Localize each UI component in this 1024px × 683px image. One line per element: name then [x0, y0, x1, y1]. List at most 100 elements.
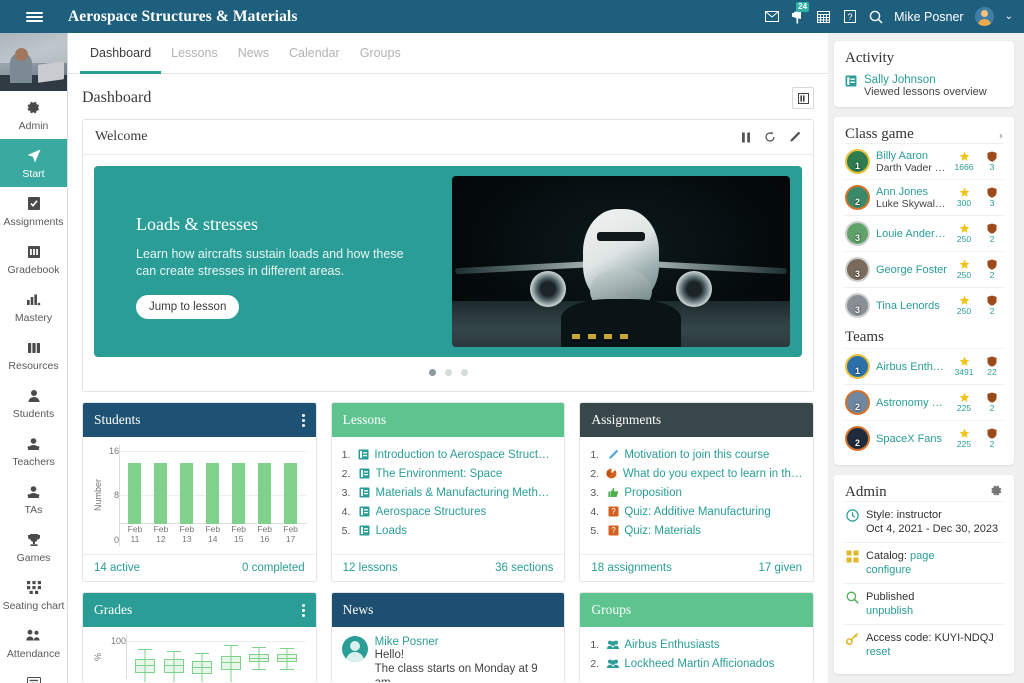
gear-icon[interactable] — [990, 484, 1003, 501]
item-label[interactable]: Quiz: Materials — [624, 525, 701, 537]
list-item[interactable]: 4. Aerospace Structures — [342, 502, 555, 521]
chevron-right-icon[interactable]: › — [999, 127, 1003, 143]
sidebar-item-games[interactable]: Games — [0, 523, 67, 571]
list-item[interactable]: 2 SpaceX Fans 225 2 — [845, 420, 1003, 456]
team-name[interactable]: SpaceX Fans — [876, 433, 947, 445]
list-item[interactable]: 5. ? Quiz: Materials — [590, 521, 803, 540]
item-label[interactable]: Lockheed Martin Afficionados — [624, 658, 774, 670]
user-name[interactable]: Mike Posner — [894, 10, 963, 24]
player-name[interactable]: Tina Lenords — [876, 300, 947, 312]
dashboard-scroll-area[interactable]: Welcome — [68, 119, 828, 682]
completed-count[interactable]: 0 completed — [242, 562, 305, 574]
list-item[interactable]: Mike Posner Hello! The class starts on M… — [342, 632, 555, 682]
star-count: 300 — [957, 198, 971, 208]
sidebar-item-students[interactable]: Students — [0, 379, 67, 427]
sidebar-item-teachers[interactable]: Teachers — [0, 427, 67, 475]
item-label[interactable]: Proposition — [624, 487, 682, 499]
sidebar-item-seating-chart[interactable]: Seating chart — [0, 571, 67, 619]
lessons-count[interactable]: 12 lessons — [343, 562, 398, 574]
list-item[interactable]: 5. Loads — [342, 521, 555, 540]
player-name[interactable]: George Foster — [876, 264, 947, 276]
card-menu-icon[interactable] — [302, 604, 305, 617]
active-count[interactable]: 14 active — [94, 562, 140, 574]
sidebar-item-start[interactable]: Start — [0, 139, 67, 187]
admin-catalog-page-link[interactable]: page — [910, 550, 934, 562]
item-label[interactable]: Materials & Manufacturing Methods — [376, 487, 555, 499]
item-label[interactable]: Quiz: Additive Manufacturing — [624, 506, 770, 518]
avatar[interactable] — [975, 7, 994, 26]
list-item[interactable]: 2. Lockheed Martin Afficionados — [590, 654, 803, 673]
list-item[interactable]: 1. Introduction to Aerospace Structures … — [342, 445, 555, 464]
item-label[interactable]: Loads — [376, 525, 407, 537]
list-item[interactable]: 1. Airbus Enthusiasts — [590, 635, 803, 654]
pencil-icon[interactable] — [789, 131, 801, 143]
notifications-icon[interactable]: 24 — [790, 9, 805, 24]
grades-card-header: Grades — [83, 593, 316, 627]
sidebar-item-resources[interactable]: Resources — [0, 331, 67, 379]
list-item[interactable]: 2 Astronomy Wat… 225 2 — [845, 384, 1003, 420]
list-item[interactable]: 3 George Foster 250 2 — [845, 251, 1003, 287]
mail-icon[interactable] — [764, 9, 779, 24]
card-menu-icon[interactable] — [302, 414, 305, 427]
tab-dashboard[interactable]: Dashboard — [80, 33, 161, 74]
search-icon[interactable] — [868, 9, 883, 24]
sidebar-item-attendance[interactable]: Attendance — [0, 619, 67, 667]
list-item[interactable]: 3 Tina Lenords 250 2 — [845, 287, 1003, 323]
sidebar-item-forums[interactable]: Forums — [0, 667, 67, 683]
sections-count[interactable]: 36 sections — [495, 562, 553, 574]
assignments-count[interactable]: 18 assignments — [591, 562, 672, 574]
pause-icon[interactable] — [741, 132, 751, 143]
admin-unpublish-link[interactable]: unpublish — [866, 604, 914, 618]
tab-calendar[interactable]: Calendar — [279, 33, 350, 74]
item-label[interactable]: What do you expect to learn in this cla… — [623, 468, 803, 480]
team-name[interactable]: Astronomy Wat… — [876, 397, 947, 409]
list-item[interactable]: 2 Ann Jones Luke Skywalker … 300 3 — [845, 179, 1003, 215]
tab-news[interactable]: News — [228, 33, 279, 74]
list-item[interactable]: 1 Airbus Enthusia… 3491 22 — [845, 348, 1003, 384]
sidebar-item-admin[interactable]: Admin — [0, 91, 67, 139]
admin-reset-link[interactable]: reset — [866, 645, 994, 659]
activity-entry[interactable]: Sally Johnson Viewed lessons overview — [845, 74, 1003, 98]
item-label[interactable]: Aerospace Structures — [376, 506, 487, 518]
tab-lessons[interactable]: Lessons — [161, 33, 228, 74]
chevron-down-icon[interactable]: ⌄ — [1005, 11, 1013, 22]
admin-configure-link[interactable]: configure — [866, 563, 935, 577]
list-item[interactable]: 4. ? Quiz: Additive Manufacturing — [590, 502, 803, 521]
sidebar-item-tas[interactable]: TAs — [0, 475, 67, 523]
player-name[interactable]: Billy Aaron — [876, 150, 947, 162]
hamburger-menu-icon[interactable] — [0, 10, 68, 24]
activity-user[interactable]: Sally Johnson — [864, 74, 987, 86]
item-label[interactable]: Introduction to Aerospace Structures … — [374, 449, 554, 461]
news-author[interactable]: Mike Posner — [375, 636, 555, 648]
tab-groups[interactable]: Groups — [350, 33, 411, 74]
groups-card-header: Groups — [580, 593, 813, 627]
item-label[interactable]: The Environment: Space — [376, 468, 503, 480]
list-item[interactable]: 1 Billy Aaron Darth Vader (Ad… 1666 3 — [845, 143, 1003, 179]
jump-to-lesson-button[interactable]: Jump to lesson — [136, 295, 239, 319]
list-item[interactable]: 3 Louie Anderson 250 2 — [845, 215, 1003, 251]
team-name[interactable]: Airbus Enthusia… — [876, 361, 947, 373]
list-item[interactable]: 2. The Environment: Space — [342, 464, 555, 483]
avatar: 3 — [845, 221, 870, 246]
list-item[interactable]: 3. Proposition — [590, 483, 803, 502]
item-label[interactable]: Airbus Enthusiasts — [624, 639, 719, 651]
bar — [154, 463, 167, 524]
given-count[interactable]: 17 given — [759, 562, 802, 574]
list-item[interactable]: 2. What do you expect to learn in this c… — [590, 464, 803, 483]
sidebar-item-assignments[interactable]: Assignments — [0, 187, 67, 235]
sidebar-item-gradebook[interactable]: Gradebook — [0, 235, 67, 283]
player-name[interactable]: Ann Jones — [876, 186, 947, 198]
list-item[interactable]: 3. Materials & Manufacturing Methods — [342, 483, 555, 502]
layout-columns-icon[interactable] — [792, 87, 814, 109]
player-name[interactable]: Louie Anderson — [876, 228, 947, 240]
carousel-dots[interactable] — [94, 357, 802, 380]
sidebar-item-mastery[interactable]: Mastery — [0, 283, 67, 331]
item-label[interactable]: Motivation to join this course — [624, 449, 769, 461]
list-item[interactable]: 1. Motivation to join this course — [590, 445, 803, 464]
carousel-dot-2[interactable] — [445, 369, 452, 376]
carousel-dot-1[interactable] — [429, 369, 436, 376]
carousel-dot-3[interactable] — [461, 369, 468, 376]
help-icon[interactable]: ? — [842, 9, 857, 24]
refresh-icon[interactable] — [764, 131, 776, 143]
calendar-icon[interactable] — [816, 9, 831, 24]
